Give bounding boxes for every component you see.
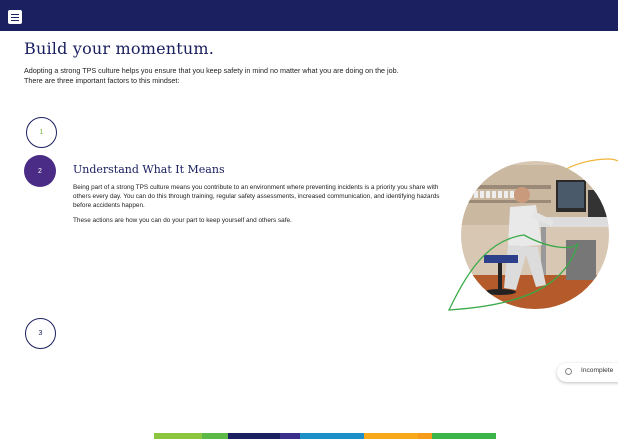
footer-segment — [280, 433, 300, 439]
intro-text: Adopting a strong TPS culture helps you … — [24, 66, 454, 85]
footer-segment — [300, 433, 364, 439]
step-2-button[interactable]: 2 — [24, 155, 56, 187]
footer-segment — [432, 433, 496, 439]
footer-segment — [228, 433, 280, 439]
completion-status-toggle[interactable]: Incomplete — [557, 363, 618, 382]
top-bar — [0, 0, 618, 31]
footer-segment — [364, 433, 418, 439]
menu-line — [11, 13, 19, 15]
factor-paragraph: These actions are how you can do your pa… — [73, 217, 292, 225]
intro-line: There are three important factors to thi… — [24, 75, 180, 85]
hamburger-menu-icon[interactable] — [8, 10, 22, 24]
factor-paragraph: Being part of a strong TPS culture means… — [73, 184, 440, 209]
page-title: Build your momentum. — [24, 39, 215, 58]
step-3-button[interactable]: 3 — [25, 318, 56, 349]
footer-segment — [418, 433, 432, 439]
menu-line — [11, 19, 19, 21]
status-label: Incomplete — [581, 367, 614, 374]
worker-photo — [446, 155, 618, 317]
status-radio-icon — [565, 368, 572, 375]
factor-title: Understand What It Means — [73, 163, 225, 176]
step-1-button[interactable]: 1 — [26, 117, 57, 148]
factor-body: Being part of a strong TPS culture means… — [73, 184, 443, 233]
footer-segment — [202, 433, 228, 439]
footer-color-bar — [154, 433, 496, 439]
footer-segment — [154, 433, 202, 439]
worker-illustration — [447, 158, 618, 311]
intro-line: Adopting a strong TPS culture helps you … — [24, 66, 399, 75]
menu-line — [11, 16, 19, 18]
